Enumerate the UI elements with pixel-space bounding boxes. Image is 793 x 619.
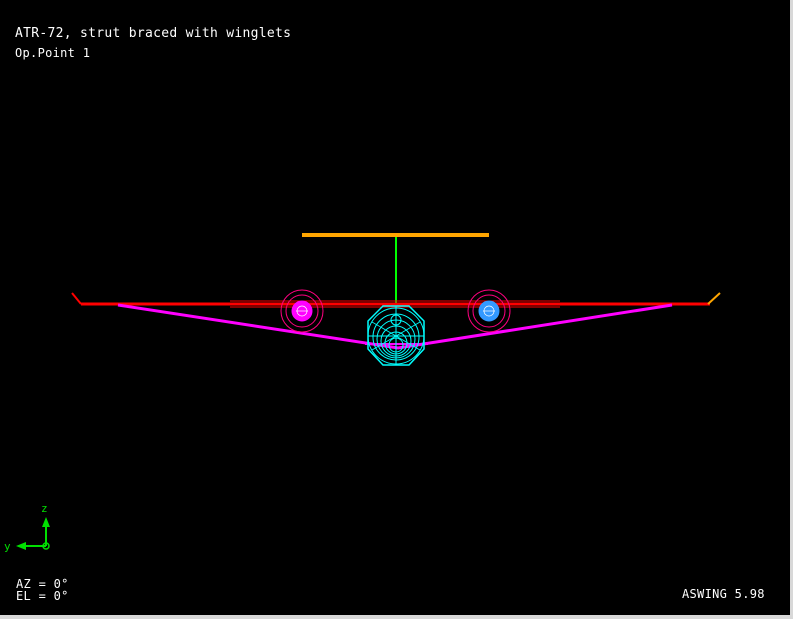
right-engine-nacelle xyxy=(467,289,511,333)
graphics-viewport[interactable]: ATR-72, strut braced with winglets Op.Po… xyxy=(0,0,790,615)
axis-triad xyxy=(16,517,50,550)
left-winglet xyxy=(71,292,82,305)
fuselage xyxy=(367,305,425,366)
right-winglet xyxy=(707,292,721,305)
z-axis-label: z xyxy=(41,502,48,515)
left-engine-nacelle xyxy=(280,289,324,333)
y-axis-label: y xyxy=(4,540,11,553)
aircraft-front-view xyxy=(16,233,721,550)
version-label: ASWING 5.98 xyxy=(682,587,765,601)
elevation-readout: EL = 0° xyxy=(16,589,69,603)
